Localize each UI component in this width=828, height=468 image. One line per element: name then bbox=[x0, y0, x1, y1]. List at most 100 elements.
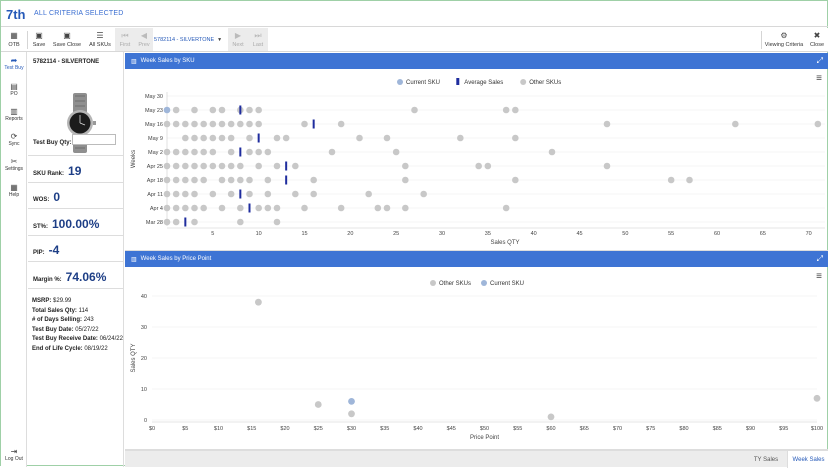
tab-ty-sales[interactable]: TY Sales bbox=[745, 451, 787, 468]
other-sku-point bbox=[547, 413, 555, 421]
other-sku-point bbox=[172, 106, 180, 114]
x-tick-label: 55 bbox=[668, 231, 674, 237]
other-sku-point bbox=[548, 148, 556, 156]
prev-icon: ◀ bbox=[140, 30, 148, 40]
y-tick-label: 10 bbox=[141, 387, 147, 393]
other-sku-point bbox=[282, 134, 290, 142]
prev-button[interactable]: ◀ Prev bbox=[135, 28, 153, 51]
other-sku-point bbox=[732, 120, 739, 128]
last-icon: ⏭ bbox=[254, 30, 262, 40]
other-sku-point bbox=[264, 148, 272, 156]
first-icon: ⏮ bbox=[121, 30, 129, 40]
x-tick-label: $55 bbox=[513, 426, 522, 432]
other-sku-point bbox=[255, 148, 262, 156]
average-sales-marker bbox=[248, 203, 251, 213]
y-tick-label: May 30 bbox=[145, 94, 163, 100]
other-sku-point bbox=[163, 162, 171, 170]
other-sku-point bbox=[191, 190, 198, 198]
all-skus-button[interactable]: ☰ All SKUs bbox=[86, 28, 114, 51]
other-sku-point bbox=[264, 190, 272, 198]
pip-metric: PIP: -4 bbox=[33, 243, 60, 257]
x-tick-label: $35 bbox=[380, 426, 389, 432]
save-close-button[interactable]: ▣ Save Close bbox=[51, 28, 83, 51]
list-icon: ☰ bbox=[96, 30, 104, 40]
other-sku-point bbox=[246, 106, 253, 114]
logout-button[interactable]: ⇥ Log Out bbox=[1, 447, 27, 462]
document-icon: ▤ bbox=[10, 82, 18, 91]
close-button[interactable]: ✖ Close bbox=[807, 28, 827, 51]
brand-logo[interactable]: 7th bbox=[6, 7, 26, 22]
legend-marker bbox=[481, 280, 487, 286]
test-buy-qty-label: Test Buy Qty: bbox=[33, 140, 72, 146]
nav-item-help[interactable]: ▦ Help bbox=[1, 183, 27, 198]
other-sku-point bbox=[420, 190, 427, 198]
divider bbox=[28, 155, 124, 156]
total-sales-row: Total Sales Qty: 114 bbox=[32, 307, 89, 314]
x-tick-label: $0 bbox=[149, 426, 155, 432]
top-header: 7th ALL CRITERIA SELECTED bbox=[1, 1, 828, 27]
next-icon: ▶ bbox=[234, 30, 242, 40]
other-sku-point bbox=[255, 120, 262, 128]
other-sku-point bbox=[237, 218, 244, 226]
week-sales-by-price-chart: Other SKUs Current SKU 0 10 20 30 40 $0 $5 $10 $15… bbox=[131, 280, 823, 441]
save-button[interactable]: ▣ Save bbox=[30, 28, 48, 51]
other-sku-point bbox=[512, 134, 519, 142]
average-sales-marker bbox=[312, 119, 315, 129]
y-tick-label: Apr 4 bbox=[150, 206, 163, 212]
other-sku-point bbox=[191, 218, 198, 226]
nav-item-settings[interactable]: ✂ Settings bbox=[1, 157, 27, 172]
week-sales-by-sku-panel: ▥ Week Sales by SKU ⤢ ≡ Current SKU Avera… bbox=[125, 53, 828, 251]
nav-item-test-buy[interactable]: ➦ Test Buy bbox=[1, 56, 27, 71]
nav-item-po[interactable]: ▤ PO bbox=[1, 82, 27, 97]
other-sku-point bbox=[502, 106, 510, 114]
other-sku-point bbox=[512, 176, 519, 184]
sku-rank-metric: SKU Rank: 19 bbox=[33, 164, 82, 178]
otb-button[interactable]: ▦ OTB bbox=[5, 28, 23, 51]
x-tick-label: $70 bbox=[613, 426, 622, 432]
calendar-icon: ▦ bbox=[10, 30, 18, 40]
average-sales-marker bbox=[257, 133, 260, 143]
divider bbox=[28, 182, 124, 183]
other-sku-point bbox=[264, 204, 272, 212]
other-sku-point bbox=[457, 134, 464, 142]
x-tick-label: $60 bbox=[546, 426, 555, 432]
other-sku-point bbox=[237, 204, 244, 212]
divider bbox=[761, 31, 762, 49]
viewing-criteria-button[interactable]: ⚙ Viewing Criteria bbox=[763, 28, 805, 51]
other-sku-point bbox=[227, 148, 235, 156]
other-sku-point bbox=[218, 134, 226, 142]
x-tick-label: $40 bbox=[413, 426, 422, 432]
x-tick-label: $100 bbox=[811, 426, 823, 432]
x-tick-label: $95 bbox=[779, 426, 788, 432]
other-sku-point bbox=[246, 148, 253, 156]
criteria-link[interactable]: ALL CRITERIA SELECTED bbox=[34, 10, 124, 17]
panel-title: Week Sales by SKU bbox=[140, 58, 195, 64]
other-sku-point bbox=[182, 190, 189, 198]
other-sku-point bbox=[273, 162, 281, 170]
other-sku-point bbox=[209, 148, 217, 156]
sku-select[interactable]: 5782114 - SILVERTONE ▼ bbox=[154, 35, 222, 45]
expand-icon[interactable]: ⤢ bbox=[817, 56, 823, 66]
tab-week-sales[interactable]: Week Sales bbox=[787, 451, 828, 468]
other-sku-point bbox=[200, 204, 207, 212]
legend-marker bbox=[520, 79, 527, 85]
x-tick-label: 30 bbox=[439, 231, 445, 237]
other-sku-point bbox=[237, 176, 244, 184]
divider bbox=[28, 208, 124, 209]
first-button[interactable]: ⏮ First bbox=[116, 28, 134, 51]
other-sku-point bbox=[209, 134, 217, 142]
expand-icon[interactable]: ⤢ bbox=[817, 254, 823, 264]
next-button[interactable]: ▶ Next bbox=[229, 28, 247, 51]
legend-label: Other SKUs bbox=[439, 281, 471, 287]
nav-item-sync[interactable]: ⟳ Sync bbox=[1, 132, 27, 147]
last-button[interactable]: ⏭ Last bbox=[249, 28, 267, 51]
other-sku-point bbox=[328, 148, 336, 156]
nav-item-reports[interactable]: ▥ Reports bbox=[1, 107, 27, 122]
legend-label: Current SKU bbox=[490, 281, 524, 287]
x-tick-label: 40 bbox=[531, 231, 537, 237]
y-tick-label: May 23 bbox=[145, 108, 163, 114]
test-buy-qty-input[interactable] bbox=[72, 134, 116, 145]
st-metric: ST%: 100.00% bbox=[33, 217, 100, 231]
other-sku-point bbox=[163, 204, 171, 212]
other-sku-point bbox=[191, 120, 198, 128]
